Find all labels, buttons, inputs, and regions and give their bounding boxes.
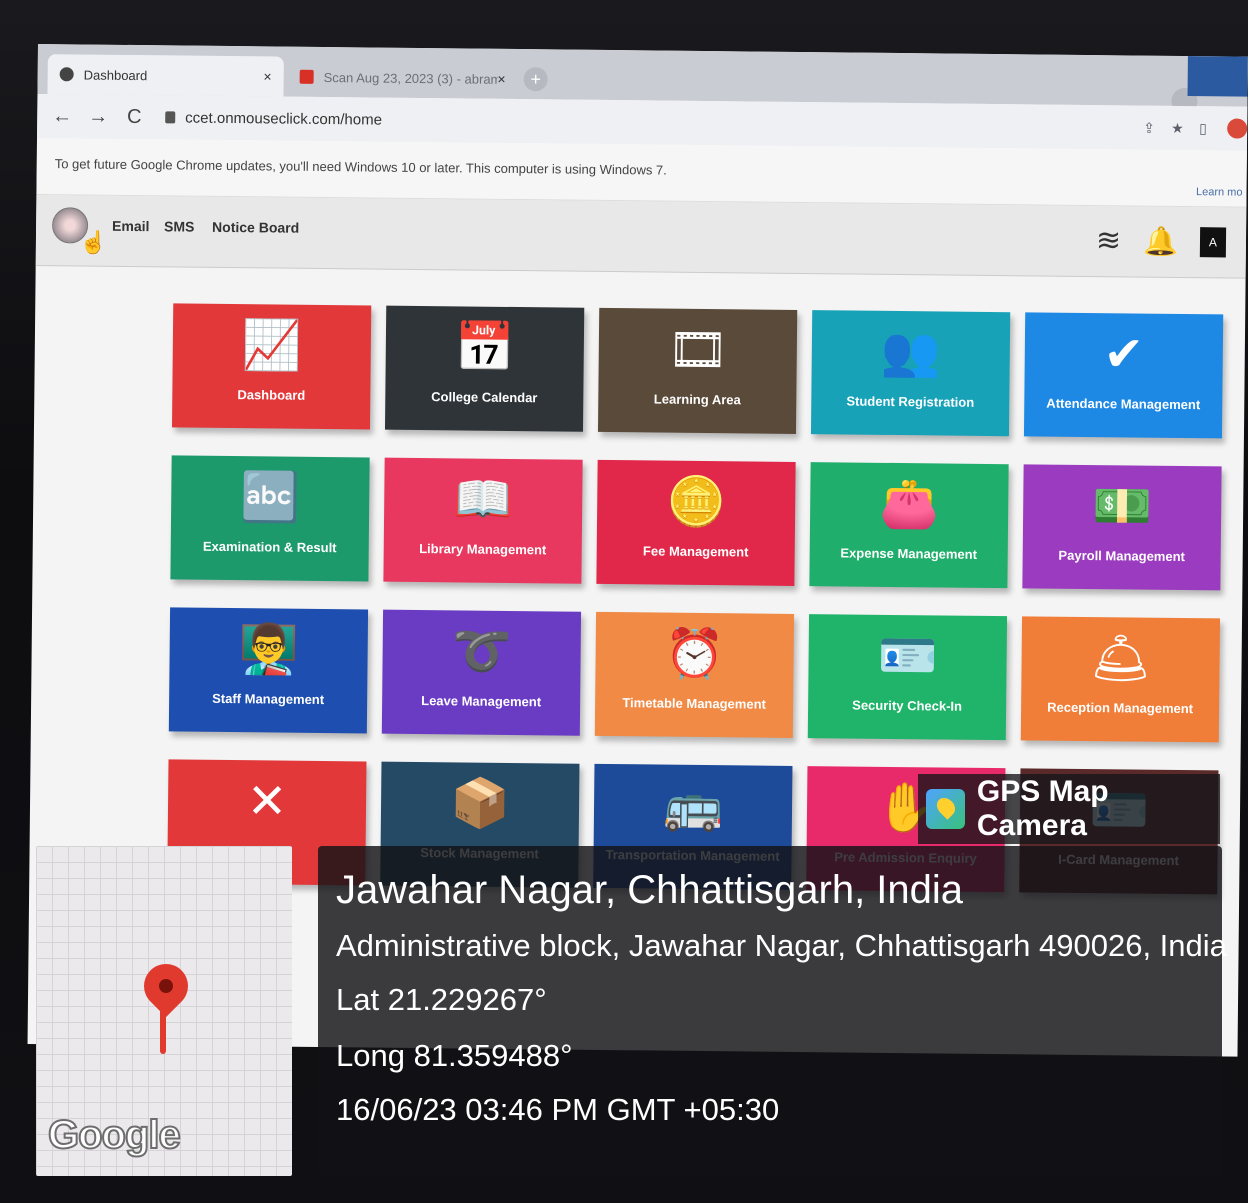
url-field[interactable]: ccet.onmouseclick.com/home [185, 109, 382, 128]
module-tile-label: Learning Area [653, 391, 741, 408]
module-tile[interactable]: 👨‍🏫 Staff Management [168, 607, 369, 734]
module-tile-label: Examination & Result [202, 538, 337, 556]
chart-icon: 📈 [241, 319, 303, 373]
module-tile[interactable]: 🪙 Fee Management [596, 459, 796, 586]
map-pin-tail [160, 1004, 166, 1054]
module-tile-label: College Calendar [431, 389, 538, 406]
tab-label: Scan Aug 23, 2023 (3) - abram... [323, 69, 498, 87]
address-bar-actions: ⇪ ★ ▯ [1143, 118, 1248, 139]
module-tile-label: Attendance Management [1046, 395, 1201, 413]
address: Administrative block, Jawahar Nagar, Chh… [336, 928, 1227, 963]
boxes-icon: 📦 [449, 777, 511, 831]
calendar-icon: 📅 [454, 321, 515, 376]
site-favicon-icon [59, 67, 74, 82]
module-tile[interactable]: 👥 Student Registration [810, 310, 1011, 437]
app-header: ☝ Email SMS Notice Board ≋ 🔔 A [35, 194, 1247, 279]
students-icon: 👥 [880, 325, 941, 380]
reader-icon: 📖 [453, 473, 514, 527]
bell-tray-icon: 🛎 [1089, 632, 1152, 686]
tab-label: Dashboard [83, 66, 148, 83]
star-icon[interactable]: ★ [1171, 120, 1185, 136]
module-tile-label: Payroll Management [1058, 547, 1185, 565]
learn-more-link[interactable]: Learn mo [1196, 186, 1243, 198]
bus-icon: 🚌 [662, 779, 724, 834]
alarm-clock-icon: ⏰ [664, 627, 725, 682]
gps-camera-badge: GPS Map Camera [918, 774, 1220, 844]
header-actions: ≋ 🔔 A [1096, 224, 1227, 258]
update-message: To get future Google Chrome updates, you… [54, 156, 667, 178]
module-tile-label: Timetable Management [622, 695, 766, 712]
module-tile-label: Student Registration [846, 393, 975, 410]
gmail-icon [299, 69, 314, 84]
tab-scan[interactable]: Scan Aug 23, 2023 (3) - abram... × [287, 57, 517, 99]
module-tile-label: Leave Management [421, 693, 542, 710]
hand-cursor-icon: ☝ [79, 229, 108, 255]
strategy-icon: ✕ [246, 775, 288, 829]
module-tile[interactable]: 💵 Payroll Management [1022, 464, 1222, 591]
money-icon: 💵 [1092, 480, 1153, 534]
menu-notice-board[interactable]: Notice Board [212, 219, 299, 236]
abc-blocks-icon: 🔤 [240, 471, 301, 525]
module-tile[interactable]: 👛 Expense Management [809, 462, 1009, 589]
location-panel: Jawahar Nagar, Chhattisgarh, India Admin… [318, 846, 1227, 1176]
module-tile[interactable]: 📅 College Calendar [384, 305, 585, 432]
latitude: Lat 21.229267° [336, 982, 547, 1017]
window-controls[interactable] [1187, 56, 1248, 97]
gps-camera-title: GPS Map Camera [976, 775, 1109, 842]
check-icon: ✔ [1103, 328, 1145, 382]
wallet-icon: 👛 [879, 477, 940, 532]
lock-icon[interactable] [165, 111, 176, 124]
module-tile-label: Security Check-In [852, 697, 963, 714]
reload-button[interactable]: C [123, 105, 145, 128]
new-tab-button[interactable]: + [523, 67, 548, 92]
close-icon[interactable]: × [497, 71, 505, 87]
place-name: Jawahar Nagar, Chhattisgarh, India [336, 868, 964, 912]
module-tile-label: Dashboard [237, 387, 306, 403]
google-logo: Google [47, 1112, 182, 1158]
module-tile-label: Staff Management [212, 690, 325, 708]
profile-avatar[interactable] [1227, 118, 1248, 139]
menu-email[interactable]: Email [112, 218, 150, 234]
id-badge-icon: 🪪 [877, 629, 938, 684]
module-tile[interactable]: 🔤 Examination & Result [170, 455, 370, 582]
module-tile[interactable]: 📈 Dashboard [171, 303, 372, 430]
module-tile[interactable]: ✔ Attendance Management [1023, 312, 1224, 439]
tab-dashboard[interactable]: Dashboard × [47, 54, 284, 97]
module-tile[interactable]: 🎞 Learning Area [597, 307, 798, 434]
bell-icon[interactable]: 🔔 [1143, 225, 1178, 258]
back-button[interactable]: ← [51, 105, 73, 128]
module-tile[interactable]: 📖 Library Management [383, 457, 583, 584]
module-tile[interactable]: ⏰ Timetable Management [594, 611, 795, 738]
staff-icon: 👨‍🏫 [238, 623, 299, 677]
forward-button[interactable]: → [87, 105, 109, 128]
user-avatar[interactable]: A [1199, 226, 1227, 257]
module-tile[interactable]: ➰ Leave Management [381, 609, 582, 736]
map-pin-icon [134, 954, 198, 1018]
sidepanel-icon[interactable]: ▯ [1199, 120, 1213, 136]
close-icon[interactable]: × [263, 68, 271, 84]
gps-camera-icon [926, 789, 965, 829]
map-thumbnail: Google [36, 846, 292, 1176]
timestamp: 16/06/23 03:46 PM GMT +05:30 [336, 1092, 780, 1127]
film-icon: 🎞 [667, 323, 729, 378]
menu-waves-icon[interactable]: ≋ [1096, 224, 1121, 257]
coins-icon: 🪙 [666, 475, 727, 530]
longitude: Long 81.359488° [336, 1038, 573, 1073]
leave-icon: ➰ [451, 625, 512, 679]
module-tile-label: Fee Management [642, 543, 749, 560]
module-tile[interactable]: 🛎 Reception Management [1020, 616, 1221, 743]
module-tile-label: Library Management [419, 541, 547, 558]
module-tile-label: Expense Management [840, 545, 978, 562]
menu-sms[interactable]: SMS [164, 218, 195, 234]
share-icon[interactable]: ⇪ [1143, 120, 1157, 136]
module-tile-label: Reception Management [1047, 699, 1194, 717]
module-tile[interactable]: 🪪 Security Check-In [807, 614, 1008, 741]
